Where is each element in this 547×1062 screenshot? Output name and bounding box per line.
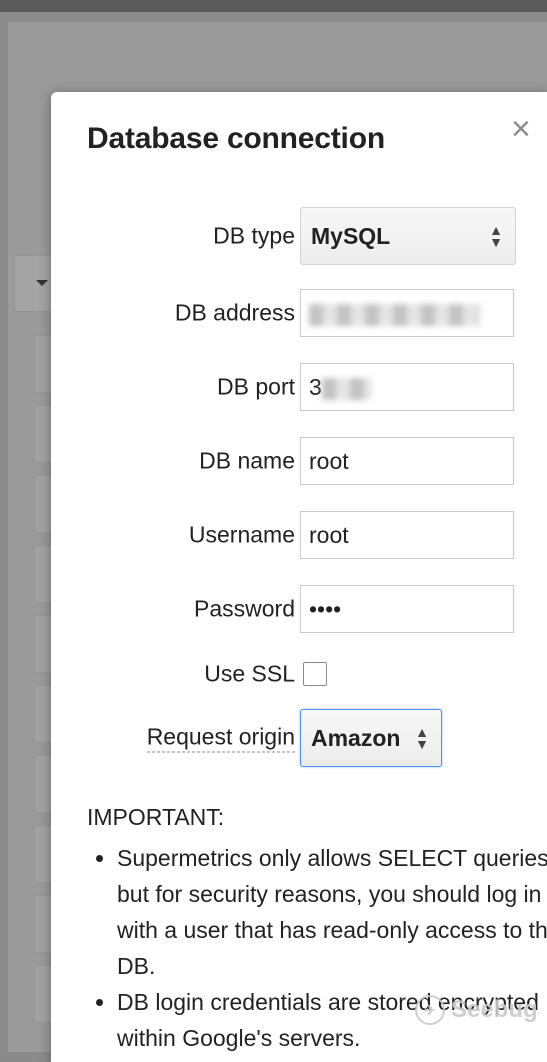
background-dropdown	[14, 255, 56, 312]
app-top-bar	[0, 0, 547, 12]
password-row: Password ••••	[51, 580, 547, 638]
seebug-watermark: ✈ Seebug	[415, 995, 538, 1025]
dialog-title: Database connection	[87, 122, 385, 155]
use-ssl-row: Use SSL	[51, 645, 547, 703]
password-label: Password	[194, 595, 295, 622]
db-port-value: 3	[309, 374, 322, 400]
db-name-input[interactable]: root	[300, 437, 514, 485]
close-icon[interactable]: ×	[511, 112, 531, 146]
db-address-row: DB address	[51, 284, 547, 342]
note-item: Supermetrics only allows SELECT queries,…	[117, 840, 547, 984]
db-type-select[interactable]: MySQL ▲ ▼	[300, 207, 516, 265]
database-connection-dialog: Database connection × DB type MySQL ▲ ▼ D…	[51, 92, 547, 1062]
db-port-row: DB port 3	[51, 358, 547, 416]
request-origin-value: Amazon	[311, 725, 401, 751]
db-name-label: DB name	[199, 447, 295, 474]
username-row: Username root	[51, 506, 547, 564]
db-port-input[interactable]: 3	[300, 363, 514, 411]
request-origin-label: Request origin	[146, 724, 295, 753]
username-input[interactable]: root	[300, 511, 514, 559]
watermark-text: Seebug	[451, 996, 538, 1023]
caret-down-icon	[36, 280, 48, 286]
redacted-address	[309, 303, 479, 326]
db-type-row: DB type MySQL ▲ ▼	[51, 207, 547, 265]
use-ssl-label: Use SSL	[204, 660, 295, 687]
important-heading: IMPORTANT:	[87, 804, 225, 830]
db-address-label: DB address	[174, 299, 295, 326]
redacted-port	[321, 377, 372, 400]
seebug-logo-icon: ✈	[415, 995, 445, 1025]
request-origin-select[interactable]: Amazon ▲ ▼	[300, 709, 442, 767]
select-arrows-icon: ▲ ▼	[489, 222, 503, 250]
password-input[interactable]: ••••	[300, 585, 514, 633]
db-address-input[interactable]	[300, 289, 514, 337]
select-arrows-icon: ▲ ▼	[415, 724, 429, 752]
username-label: Username	[188, 521, 295, 548]
db-port-label: DB port	[217, 373, 295, 400]
db-type-label: DB type	[213, 222, 295, 249]
db-name-row: DB name root	[51, 432, 547, 490]
request-origin-row: Request origin Amazon ▲ ▼	[51, 709, 547, 767]
use-ssl-checkbox[interactable]	[303, 662, 327, 686]
db-type-value: MySQL	[311, 223, 391, 249]
